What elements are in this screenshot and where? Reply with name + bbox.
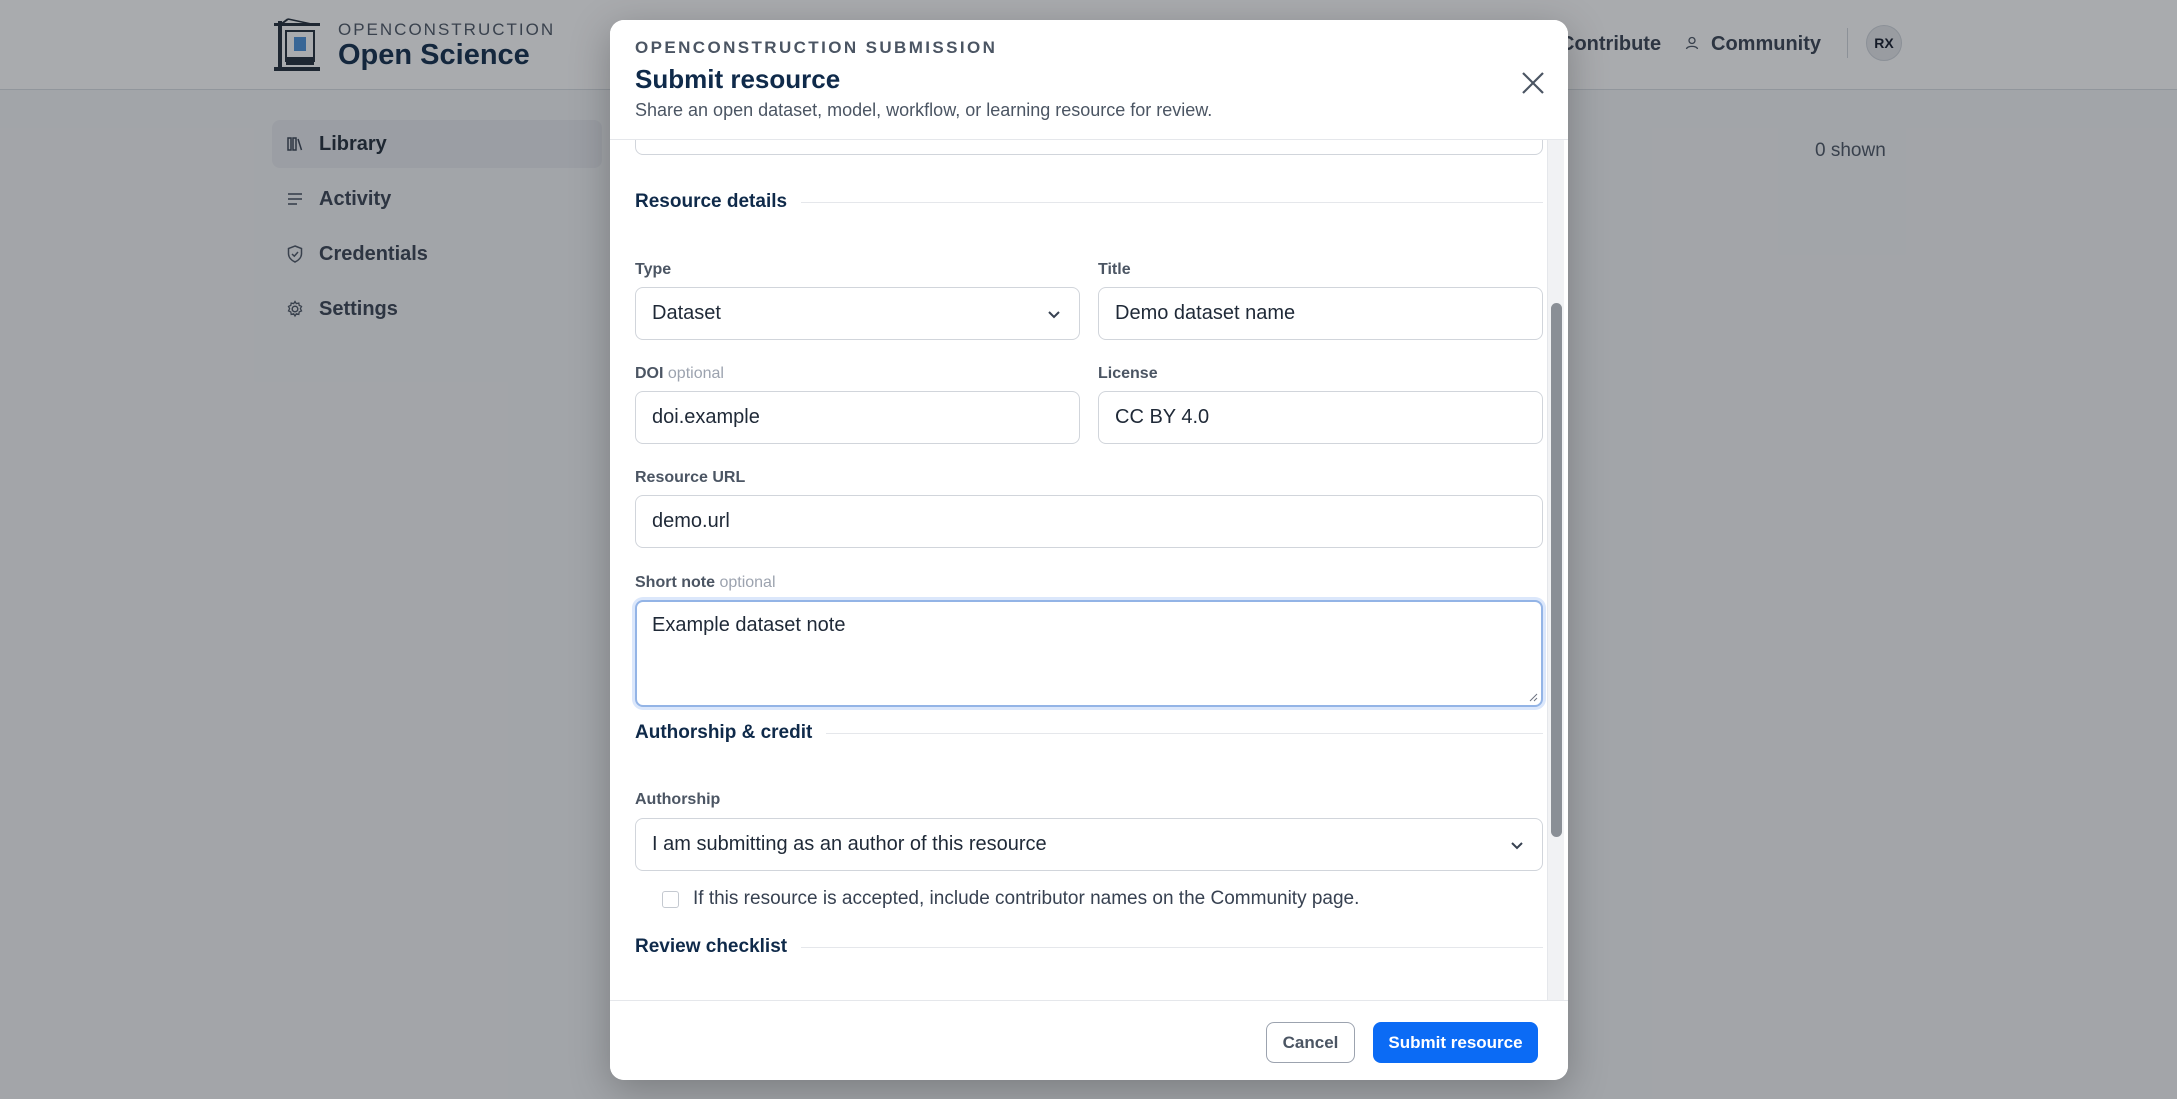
close-button[interactable]: [1515, 65, 1551, 101]
section-divider: [826, 732, 1543, 734]
license-label: License: [1098, 365, 1158, 382]
url-input-value: demo.url: [652, 510, 730, 532]
note-textarea[interactable]: Example dataset note: [635, 600, 1543, 707]
dialog-header: OPENCONSTRUCTION SUBMISSION Submit resou…: [610, 20, 1568, 140]
submit-resource-dialog: OPENCONSTRUCTION SUBMISSION Submit resou…: [610, 20, 1568, 1080]
section-title: Authorship & credit: [635, 722, 813, 743]
url-input[interactable]: demo.url: [635, 495, 1543, 548]
previous-field-edge: [635, 140, 1543, 155]
note-label-text: Short note: [635, 574, 715, 591]
submit-resource-button[interactable]: Submit resource: [1373, 1022, 1538, 1063]
url-label: Resource URL: [635, 469, 746, 486]
title-input[interactable]: Demo dataset name: [1098, 287, 1543, 340]
title-label: Title: [1098, 261, 1131, 278]
dialog-footer: Cancel Submit resource: [610, 1000, 1568, 1080]
type-label: Type: [635, 261, 672, 278]
close-icon: [1522, 72, 1544, 94]
note-textarea-value: Example dataset note: [652, 614, 846, 636]
section-title: Resource details: [635, 191, 788, 212]
type-select-value: Dataset: [652, 302, 721, 324]
note-label: Short note optional: [635, 574, 776, 592]
authorship-label: Authorship: [635, 791, 721, 808]
dialog-title: Submit resource: [635, 64, 841, 94]
credit-checkbox-row[interactable]: If this resource is accepted, include co…: [662, 885, 1359, 913]
authorship-select-value: I am submitting as an author of this res…: [652, 833, 1047, 855]
authorship-select[interactable]: I am submitting as an author of this res…: [635, 818, 1543, 871]
section-title: Review checklist: [635, 936, 788, 957]
doi-label: DOI optional: [635, 365, 724, 383]
credit-checkbox-label: If this resource is accepted, include co…: [693, 888, 1360, 909]
doi-input[interactable]: doi.example: [635, 391, 1080, 444]
chevron-down-icon: [1048, 311, 1060, 319]
dialog-subtitle: Share an open dataset, model, workflow, …: [635, 100, 1213, 120]
doi-label-text: DOI: [635, 365, 664, 382]
section-resource-details: Resource details: [635, 187, 1543, 217]
doi-input-value: doi.example: [652, 406, 760, 428]
dialog-body: Resource details Type Dataset Title Demo…: [610, 140, 1568, 1000]
dialog-eyebrow: OPENCONSTRUCTION SUBMISSION: [635, 38, 998, 57]
section-divider: [801, 201, 1543, 203]
doi-optional-hint: optional: [667, 365, 724, 382]
license-input-value: CC BY 4.0: [1115, 406, 1210, 428]
type-select[interactable]: Dataset: [635, 287, 1080, 340]
section-authorship: Authorship & credit: [635, 718, 1543, 748]
section-review-checklist: Review checklist: [635, 932, 1543, 962]
scrollbar-thumb[interactable]: [1551, 303, 1562, 837]
chevron-down-icon: [1511, 842, 1523, 850]
note-optional-hint: optional: [719, 574, 776, 591]
credit-checkbox[interactable]: [662, 890, 679, 908]
title-input-value: Demo dataset name: [1115, 302, 1296, 324]
section-divider: [801, 946, 1543, 948]
resize-grip-icon[interactable]: [1528, 692, 1538, 702]
cancel-button[interactable]: Cancel: [1266, 1022, 1355, 1063]
license-input[interactable]: CC BY 4.0: [1098, 391, 1543, 444]
